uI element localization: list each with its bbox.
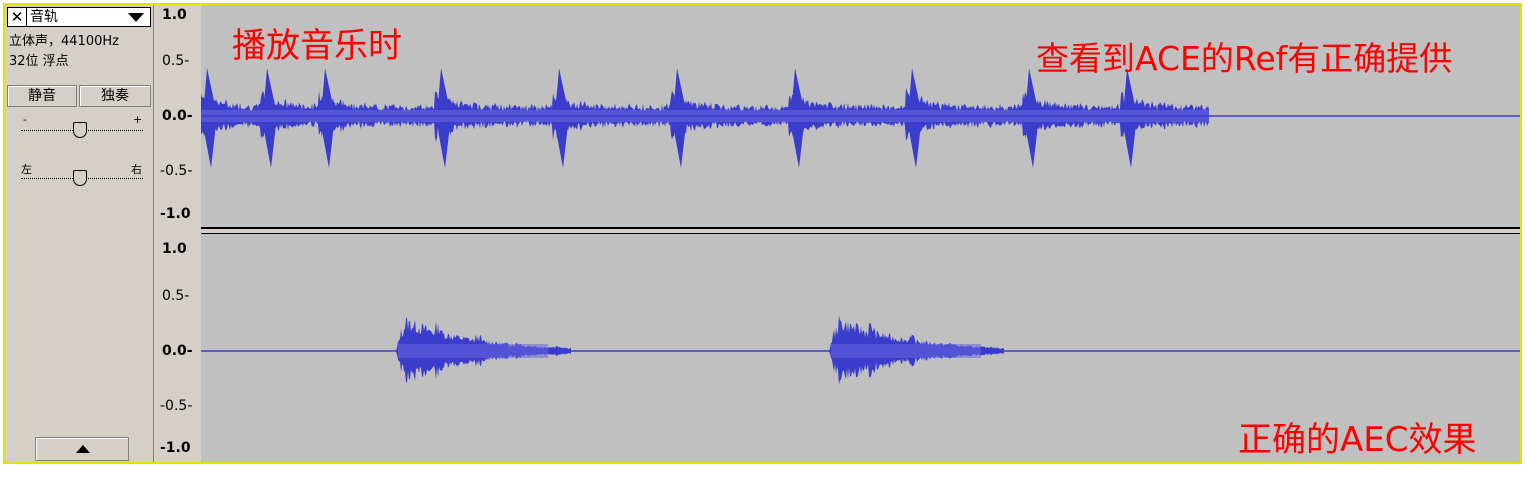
ruler-tick: -1.0 — [160, 440, 191, 456]
gain-plus-label: + — [133, 113, 143, 126]
close-track-button[interactable]: ✕ — [8, 8, 27, 26]
track-menu-dropdown-icon[interactable] — [128, 13, 144, 22]
track-title-bar[interactable]: ✕ 音轨 — [7, 7, 151, 27]
track-sample-format: 32位 浮点 — [9, 54, 69, 69]
collapse-track-button[interactable] — [35, 437, 129, 461]
annotation-aec-effect: 正确的AEC效果 — [1238, 420, 1477, 460]
pan-left-label: 左 — [21, 163, 32, 176]
ruler-tick: -1.0 — [160, 206, 191, 222]
annotation-ref-note: 查看到ACE的Ref有正确提供 — [1036, 39, 1453, 78]
vertical-ruler-bottom: 1.0 0.5- 0.0- -0.5- -1.0 — [154, 236, 201, 462]
mute-button[interactable]: 静音 — [7, 85, 77, 107]
pan-slider[interactable]: 左 右 — [21, 163, 143, 187]
ruler-tick: 0.0- — [162, 343, 193, 359]
solo-button[interactable]: 独奏 — [79, 85, 151, 107]
vertical-ruler-top: 1.0 0.5- 0.0- -0.5- -1.0 — [154, 5, 201, 227]
gain-minus-label: - — [23, 113, 27, 126]
track-name: 音轨 — [30, 9, 58, 25]
waveform-bottom-rms — [831, 344, 981, 358]
ruler-tick: 0.5- — [162, 288, 190, 304]
ruler-tick: 1.0 — [162, 241, 187, 257]
track-control-panel: ✕ 音轨 立体声，44100Hz 32位 浮点 静音 独奏 - + 左 右 — [5, 5, 154, 462]
gain-slider-thumb[interactable] — [73, 122, 87, 138]
pan-right-label: 右 — [131, 163, 142, 176]
collapse-arrow-icon — [76, 445, 90, 453]
channel-separator — [201, 227, 1520, 234]
ruler-tick: 0.5- — [162, 53, 190, 69]
ruler-tick: -0.5- — [160, 398, 193, 414]
annotation-play-music: 播放音乐时 — [232, 26, 402, 66]
gain-slider[interactable]: - + — [21, 113, 143, 139]
track-channels-rate: 立体声，44100Hz — [9, 34, 119, 49]
ruler-tick: -0.5- — [160, 163, 193, 179]
ruler-tick: 1.0 — [162, 7, 187, 23]
waveform-bottom-rms — [398, 344, 548, 358]
ruler-tick: 0.0- — [162, 108, 193, 124]
pan-slider-thumb[interactable] — [73, 170, 87, 186]
